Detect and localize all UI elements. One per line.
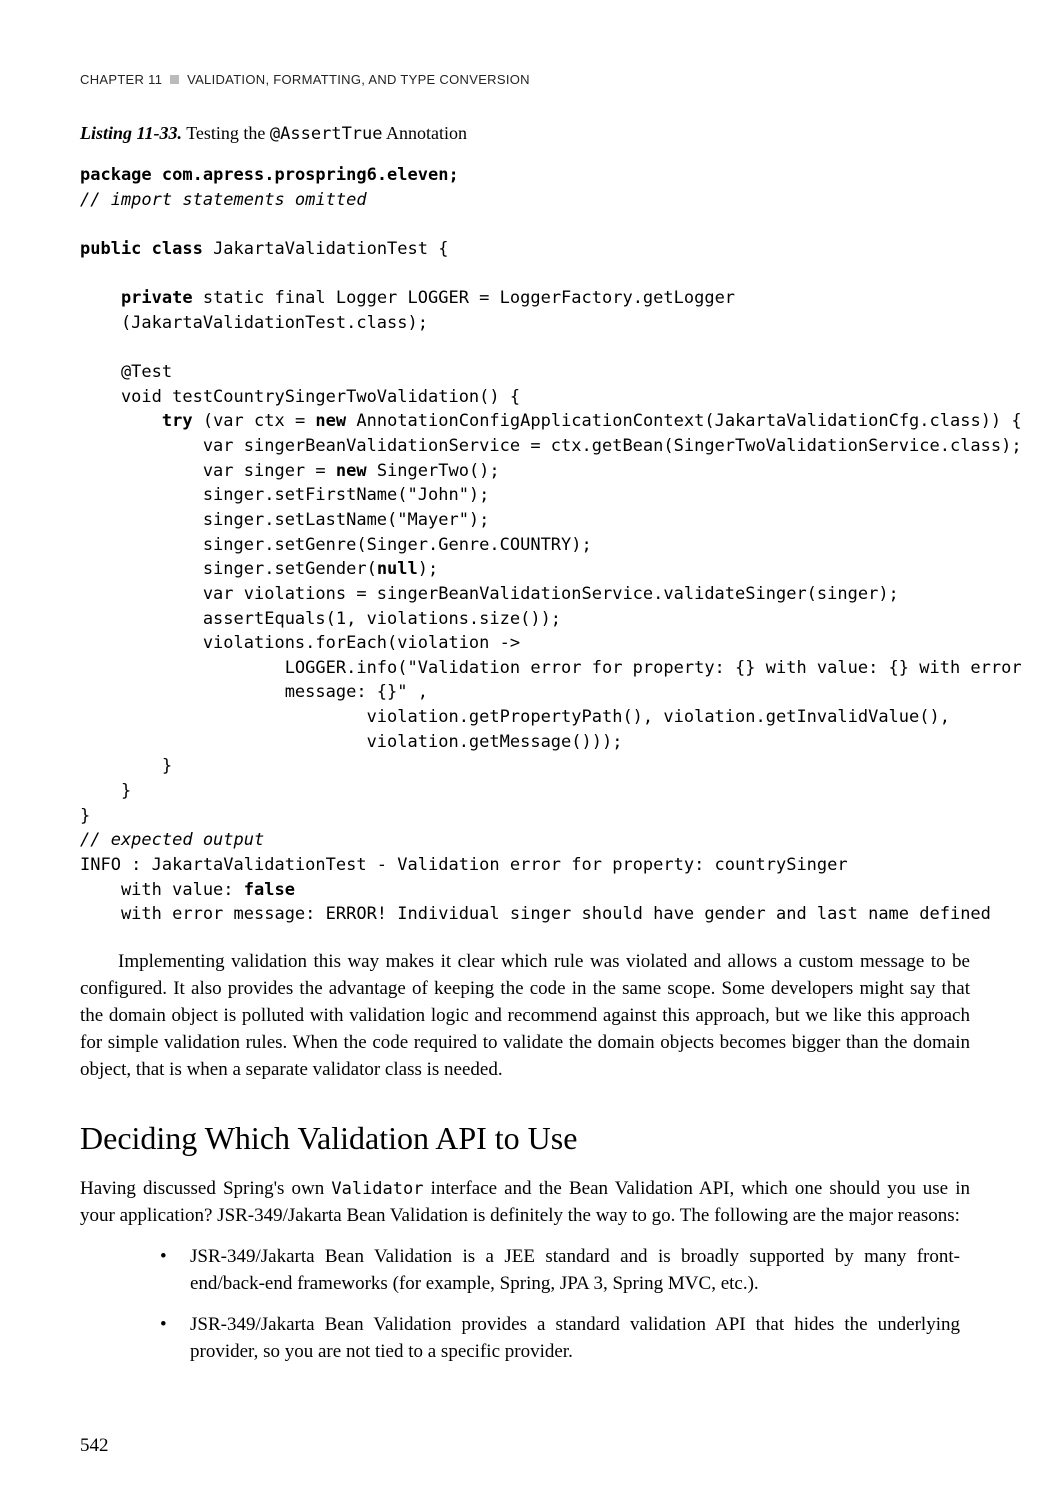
code-line: singer.setGenre(Singer.Genre.COUNTRY); — [80, 535, 592, 555]
code-line: package — [80, 165, 152, 185]
code-line: assertEquals(1, violations.size()); — [80, 609, 561, 629]
code-line: LOGGER.info("Validation error for proper… — [80, 658, 1032, 678]
bullet-list: JSR-349/Jakarta Bean Validation is a JEE… — [80, 1244, 970, 1366]
body-paragraph: Implementing validation this way makes i… — [80, 949, 970, 1084]
listing-number: Listing 11-33. — [80, 123, 182, 143]
section-intro-code: Validator — [331, 1179, 423, 1199]
code-line: message: {}" , — [80, 682, 428, 702]
listing-text-b: Annotation — [383, 123, 468, 143]
code-line: // import statements omitted — [80, 190, 367, 210]
code-line: (var ctx = — [193, 411, 316, 431]
code-line: } — [80, 781, 131, 801]
code-line: var singerBeanValidationService = ctx.ge… — [80, 436, 1022, 456]
section-heading: Deciding Which Validation API to Use — [80, 1114, 970, 1162]
page-number: 542 — [80, 1432, 109, 1461]
code-line: JakartaValidationTest { — [203, 239, 449, 259]
code-line: public class — [80, 239, 203, 259]
code-line: false — [244, 880, 295, 900]
code-line: var singer = — [80, 461, 336, 481]
code-block: package com.apress.prospring6.eleven; //… — [80, 163, 970, 927]
code-line: void testCountrySingerTwoValidation() { — [80, 387, 520, 407]
code-line: ); — [418, 559, 438, 579]
code-line: violations.forEach(violation -> — [80, 633, 520, 653]
listing-text-a: Testing the — [182, 123, 270, 143]
code-line: new — [336, 461, 367, 481]
code-line: } — [80, 806, 90, 826]
header-square-icon — [170, 75, 179, 84]
code-line: } — [80, 756, 172, 776]
code-line: singer.setLastName("Mayer"); — [80, 510, 489, 530]
code-line: static final Logger LOGGER = LoggerFacto… — [193, 288, 735, 308]
code-line: var violations = singerBeanValidationSer… — [80, 584, 899, 604]
code-line: with value: — [80, 880, 244, 900]
chapter-title: VALIDATION, FORMATTING, AND TYPE CONVERS… — [187, 72, 530, 87]
list-item: JSR-349/Jakarta Bean Validation is a JEE… — [190, 1244, 970, 1298]
code-line: // expected output — [80, 830, 264, 850]
code-line: violation.getMessage())); — [80, 732, 622, 752]
running-header: CHAPTER 11 VALIDATION, FORMATTING, AND T… — [80, 70, 970, 90]
code-line: violation.getPropertyPath(), violation.g… — [80, 707, 960, 727]
section-intro: Having discussed Spring's own Validator … — [80, 1176, 970, 1230]
listing-code-inline: @AssertTrue — [270, 124, 383, 144]
code-line: AnnotationConfigApplicationContext(Jakar… — [346, 411, 1022, 431]
listing-caption: Listing 11-33. Testing the @AssertTrue A… — [80, 120, 970, 148]
code-line: SingerTwo(); — [367, 461, 500, 481]
code-line: try — [80, 411, 193, 431]
code-line: with error message: ERROR! Individual si… — [80, 904, 991, 924]
code-line: singer.setGender( — [80, 559, 377, 579]
code-line: (JakartaValidationTest.class); — [80, 313, 428, 333]
code-line: singer.setFirstName("John"); — [80, 485, 489, 505]
chapter-number: CHAPTER 11 — [80, 72, 162, 87]
code-line: @Test — [80, 362, 172, 382]
code-line: com.apress.prospring6.eleven; — [152, 165, 459, 185]
code-line: new — [315, 411, 346, 431]
code-line: null — [377, 559, 418, 579]
list-item: JSR-349/Jakarta Bean Validation provides… — [190, 1312, 970, 1366]
code-line: private — [80, 288, 193, 308]
section-intro-a: Having discussed Spring's own — [80, 1178, 331, 1199]
code-line: INFO : JakartaValidationTest - Validatio… — [80, 855, 848, 875]
